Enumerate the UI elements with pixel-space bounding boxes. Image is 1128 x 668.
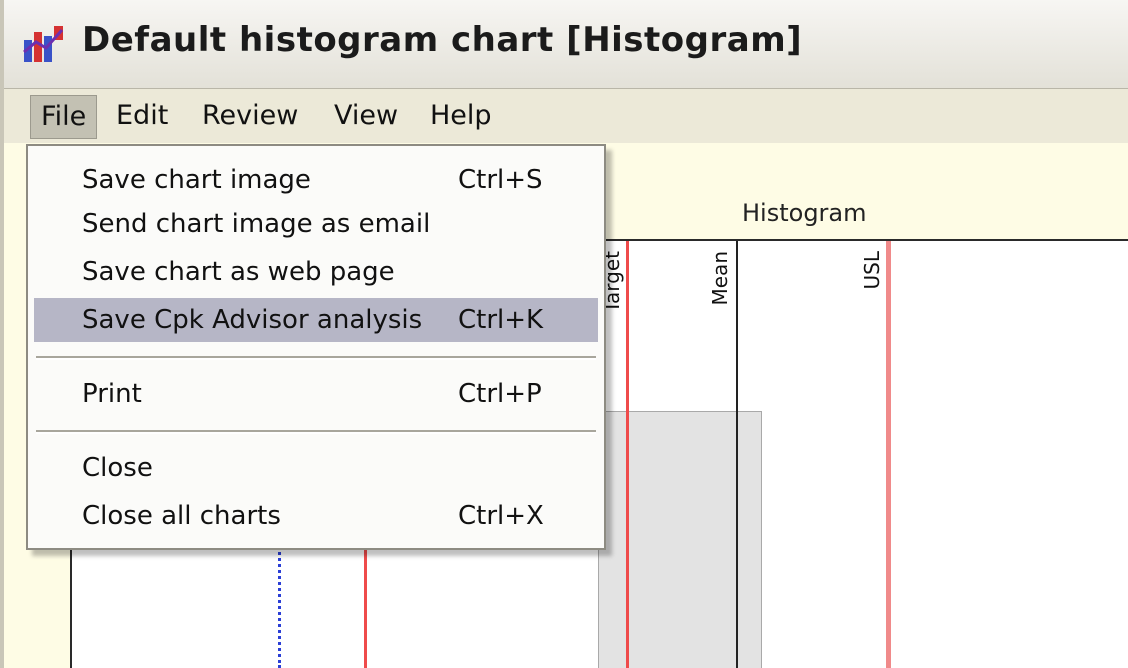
app-window: Default histogram chart [Histogram] File…	[0, 0, 1128, 668]
menu-item-save-chart-image[interactable]: Save chart image Ctrl+S	[34, 158, 598, 202]
usl-label: USL	[860, 251, 884, 290]
mean-label: Mean	[708, 251, 732, 306]
menu-item-close[interactable]: Close	[34, 446, 598, 490]
menu-item-close-all[interactable]: Close all charts Ctrl+X	[34, 494, 598, 538]
menu-item-shortcut: Ctrl+X	[458, 501, 544, 531]
menu-item-shortcut: Ctrl+K	[458, 305, 544, 335]
menu-view[interactable]: View	[334, 95, 398, 137]
chart-title: Histogram	[742, 199, 867, 227]
menu-item-print[interactable]: Print Ctrl+P	[34, 372, 598, 416]
menu-bar: File Edit Review View Help	[4, 89, 1128, 143]
usl-line	[886, 241, 891, 668]
file-menu-dropdown: Save chart image Ctrl+S Send chart image…	[26, 144, 606, 550]
menu-item-save-cpk-analysis[interactable]: Save Cpk Advisor analysis Ctrl+K	[34, 298, 598, 342]
menu-item-label: Save Cpk Advisor analysis	[82, 305, 423, 335]
menu-help[interactable]: Help	[430, 95, 492, 137]
menu-item-shortcut: Ctrl+S	[458, 165, 543, 195]
histogram-app-icon	[23, 26, 64, 62]
menu-item-send-email[interactable]: Send chart image as email	[34, 202, 598, 246]
menu-edit[interactable]: Edit	[116, 95, 168, 137]
menu-item-shortcut: Ctrl+P	[458, 379, 542, 409]
window-title: Default histogram chart [Histogram]	[82, 20, 803, 60]
menu-item-label: Save chart image	[82, 165, 311, 195]
menu-separator	[36, 356, 596, 360]
menu-item-label: Close all charts	[82, 501, 281, 531]
menu-item-label: Save chart as web page	[82, 257, 395, 287]
title-bar[interactable]: Default histogram chart [Histogram]	[4, 0, 1128, 89]
menu-file[interactable]: File	[30, 95, 98, 139]
menu-item-label: Close	[82, 453, 153, 483]
menu-item-label: Print	[82, 379, 142, 409]
menu-item-save-web-page[interactable]: Save chart as web page	[34, 250, 598, 294]
mean-line	[736, 241, 738, 668]
target-line	[626, 241, 629, 668]
menu-item-label: Send chart image as email	[82, 209, 431, 239]
menu-review[interactable]: Review	[202, 95, 298, 137]
menu-separator	[36, 430, 596, 434]
